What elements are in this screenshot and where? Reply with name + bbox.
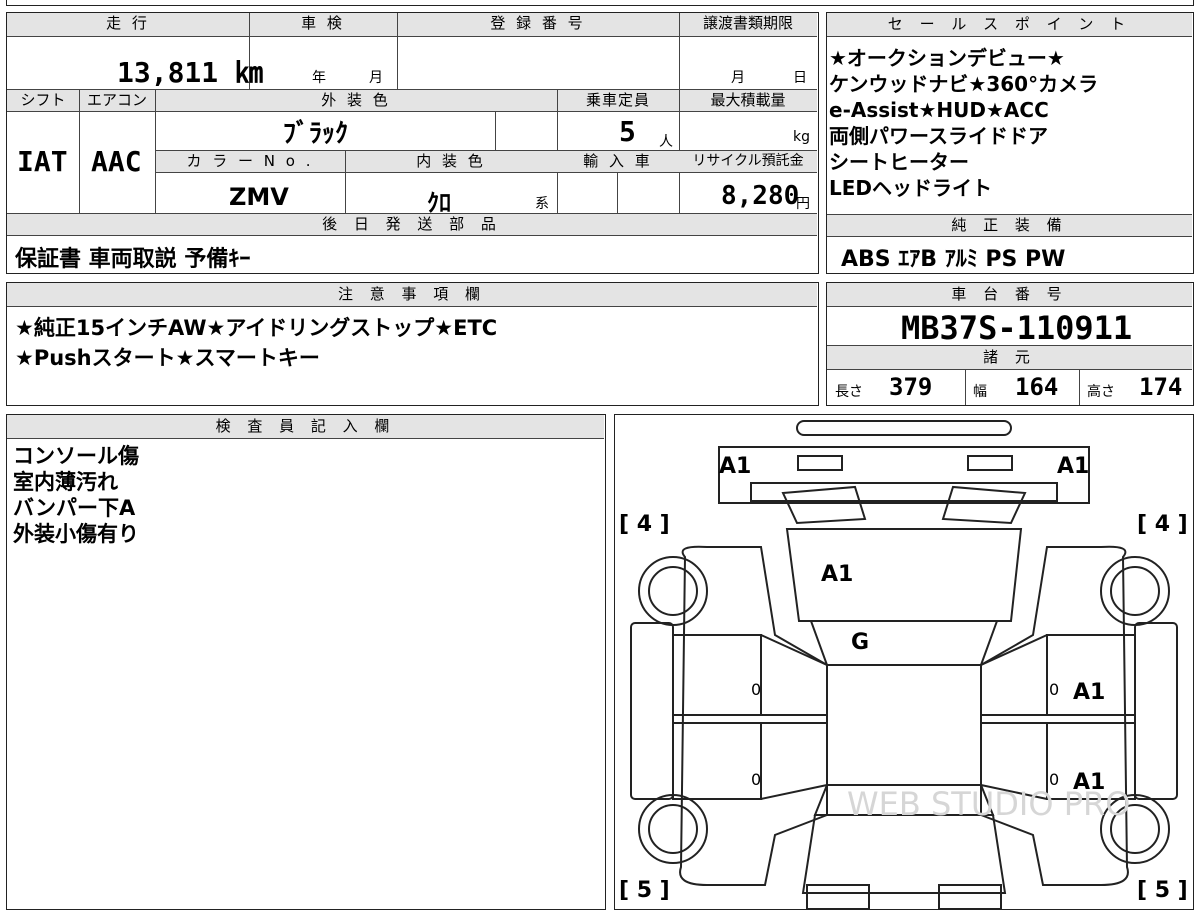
aircon-value: AAC: [91, 145, 142, 178]
sales-points-box: セ ー ル ス ポ イ ン ト ★オークションデビュー★ ケンウッドナビ★360…: [826, 12, 1194, 274]
headlight-left: [781, 485, 867, 525]
sales-point-item: 両側パワースライドドア: [829, 124, 1048, 148]
label-specs: 諸 元: [827, 346, 1192, 370]
note-item: ★Pushスタート★スマートキー: [15, 346, 320, 370]
yen-unit: 円: [796, 196, 810, 212]
door-left-rear: [672, 722, 762, 800]
door-right-front-mark: A1: [1073, 680, 1105, 705]
label-length: 長さ: [835, 384, 863, 400]
width-value: 164: [1015, 373, 1059, 401]
note-item: ★純正15インチAW★アイドリングストップ★ETC: [15, 316, 498, 340]
chassis-no-value: MB37S-110911: [901, 309, 1133, 347]
label-factory-equipment: 純 正 装 備: [827, 215, 1192, 237]
notes-list: ★純正15インチAW★アイドリングストップ★ETC ★Pushスタート★スマート…: [15, 313, 497, 373]
tire-front-left-mark: [ 4 ]: [619, 512, 670, 537]
label-inspection: 車 検: [301, 14, 345, 32]
inspection-month: 月: [369, 70, 383, 86]
sales-point-item: LEDヘッドライト: [829, 176, 993, 200]
color-no-value: ZMV: [229, 183, 289, 211]
front-lamp-right: [967, 455, 1013, 471]
rear-lamp-left: [806, 884, 870, 909]
max-load-unit: kg: [793, 129, 810, 145]
label-recycle-fee: リサイクル預託金: [692, 153, 804, 169]
label-aircon: エアコン: [86, 91, 147, 109]
tire-front-right-mark: [ 4 ]: [1137, 512, 1188, 537]
label-width: 幅: [973, 384, 987, 400]
inspector-note-item: バンパー下A: [13, 496, 136, 520]
notes-box: 注 意 事 項 欄 ★純正15インチAW★アイドリングストップ★ETC ★Pus…: [6, 282, 819, 406]
front-bumper: [718, 446, 1090, 504]
inspector-note-item: 外装小傷有り: [13, 522, 139, 546]
car-diagram-box: WEB STUDIO PRO A1 A1 [ 4 ] [ 4 ] A1 G A1…: [614, 414, 1194, 910]
inspector-note-item: 室内薄汚れ: [13, 470, 118, 494]
roof: [826, 664, 982, 786]
label-height: 高さ: [1087, 384, 1115, 400]
top-stub-strip: [6, 0, 1194, 6]
vehicle-info-box: 走 行 車 検 登 録 番 号 譲渡書類期限 13,811 ㎞ 年 月 月 日 …: [6, 12, 819, 274]
mileage-value: 13,811 ㎞: [117, 56, 264, 89]
right-sill: [1134, 622, 1178, 800]
back-door: [801, 814, 1007, 894]
sales-points-list: ★オークションデビュー★ ケンウッドナビ★360°カメラ e-Assist★HU…: [829, 45, 1098, 201]
rear-lamp-right: [938, 884, 1002, 909]
inspector-note-item: コンソール傷: [13, 444, 139, 468]
sales-point-item: ケンウッドナビ★360°カメラ: [829, 72, 1099, 96]
label-color-no: カ ラ ー N o .: [186, 152, 314, 170]
sales-point-item: e-Assist★HUD★ACC: [829, 98, 1049, 122]
label-max-load: 最大積載量: [710, 91, 786, 109]
label-inspector: 検 査 員 記 入 欄: [7, 415, 604, 439]
zero-mark: 0: [751, 680, 761, 699]
front-bumper-top: [796, 420, 1012, 436]
windshield: [809, 620, 999, 666]
tire-rear-right-mark: [ 5 ]: [1137, 878, 1188, 903]
deadline-month: 月: [731, 70, 745, 86]
inspector-box: 検 査 員 記 入 欄 コンソール傷 室内薄汚れ バンパー下A 外装小傷有り: [6, 414, 606, 910]
tire-rear-left-mark: [ 5 ]: [619, 878, 670, 903]
interior-suffix: 系: [535, 196, 549, 212]
label-later-parts: 後 日 発 送 部 品: [322, 215, 502, 233]
front-lamp-left: [797, 455, 843, 471]
front-right-mark: A1: [1057, 454, 1089, 479]
door-left-front: [672, 634, 762, 716]
label-shift: シフト: [20, 91, 66, 109]
later-parts-value: 保証書 車両取説 予備ｷｰ: [15, 247, 251, 272]
label-notes: 注 意 事 項 欄: [7, 283, 817, 307]
front-left-mark: A1: [719, 454, 751, 479]
chassis-box: 車 台 番 号 MB37S-110911 諸 元 長さ 379 幅 164 高さ…: [826, 282, 1194, 406]
label-import-car: 輸 入 車: [583, 152, 653, 170]
left-sill: [630, 622, 674, 800]
door-right-rear-mark: A1: [1073, 770, 1105, 795]
sales-point-item: シートヒーター: [829, 150, 969, 174]
label-transfer-deadline: 譲渡書類期限: [702, 14, 793, 32]
capacity-value: 5: [619, 115, 636, 148]
zero-mark: 0: [751, 770, 761, 789]
label-capacity: 乗車定員: [585, 91, 650, 109]
label-mileage: 走 行: [106, 14, 150, 32]
car-diagram: WEB STUDIO PRO A1 A1 [ 4 ] [ 4 ] A1 G A1…: [619, 420, 1188, 909]
label-chassis-no: 車 台 番 号: [827, 283, 1192, 307]
capacity-unit: 人: [659, 134, 673, 150]
label-sales-points: セ ー ル ス ポ イ ン ト: [827, 13, 1192, 37]
label-interior-color: 内 装 色: [416, 152, 486, 170]
sales-point-item: ★オークションデビュー★: [829, 46, 1065, 70]
height-value: 174: [1139, 373, 1183, 401]
inspector-notes-list: コンソール傷 室内薄汚れ バンパー下A 外装小傷有り: [13, 443, 139, 547]
zero-mark: 0: [1049, 770, 1059, 789]
hood-mark: A1: [821, 562, 853, 587]
label-exterior-color: 外 装 色: [321, 91, 391, 109]
length-value: 379: [889, 373, 933, 401]
windshield-mark: G: [851, 630, 869, 655]
headlight-right: [941, 485, 1027, 525]
deadline-day: 日: [793, 70, 807, 86]
factory-equipment-value: ABS ｴｱB ｱﾙﾐ PS PW: [841, 247, 1066, 272]
zero-mark: 0: [1049, 680, 1059, 699]
label-registration: 登 録 番 号: [490, 14, 586, 32]
exterior-color-value: ﾌﾞﾗｯｸ: [283, 119, 349, 149]
recycle-fee-value: 8,280: [721, 181, 800, 211]
shift-value: IAT: [17, 145, 68, 178]
inspection-year: 年: [312, 70, 326, 86]
